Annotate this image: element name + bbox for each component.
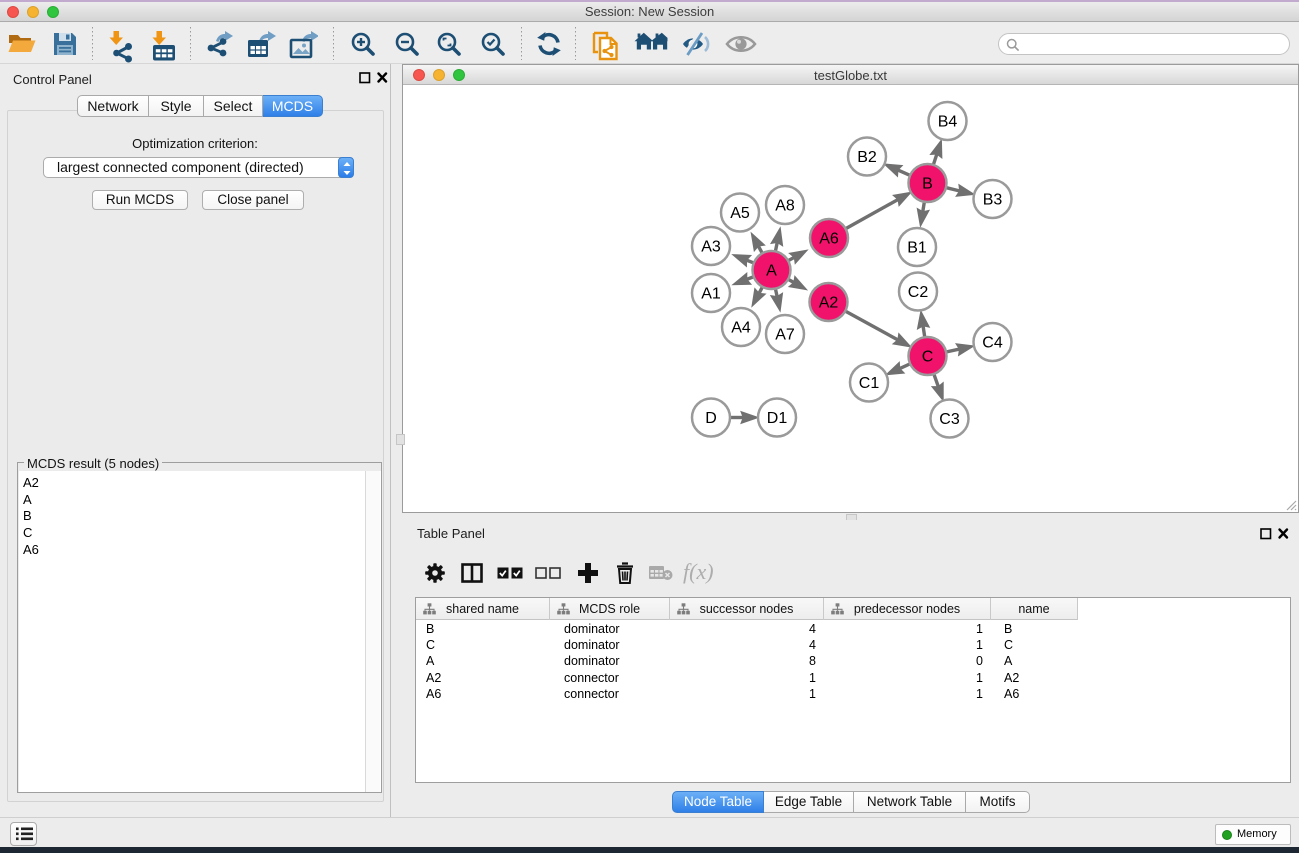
svg-text:D: D	[705, 410, 717, 427]
svg-text:C2: C2	[908, 284, 929, 301]
svg-text:A4: A4	[731, 320, 751, 337]
svg-text:B: B	[922, 176, 933, 193]
svg-text:C4: C4	[982, 335, 1003, 352]
svg-text:A8: A8	[775, 198, 795, 215]
svg-text:C3: C3	[939, 411, 960, 428]
svg-text:A1: A1	[701, 286, 721, 303]
svg-text:A5: A5	[730, 205, 750, 222]
svg-text:B1: B1	[907, 240, 927, 257]
svg-text:C1: C1	[859, 375, 880, 392]
svg-text:B2: B2	[857, 149, 877, 166]
svg-text:A: A	[766, 263, 777, 280]
svg-text:A7: A7	[775, 327, 795, 344]
svg-text:B3: B3	[983, 192, 1003, 209]
svg-text:A3: A3	[701, 239, 721, 256]
svg-text:A6: A6	[819, 231, 839, 248]
svg-text:B4: B4	[938, 114, 958, 131]
svg-text:D1: D1	[767, 410, 788, 427]
svg-text:A2: A2	[819, 295, 839, 312]
svg-text:C: C	[922, 349, 934, 366]
